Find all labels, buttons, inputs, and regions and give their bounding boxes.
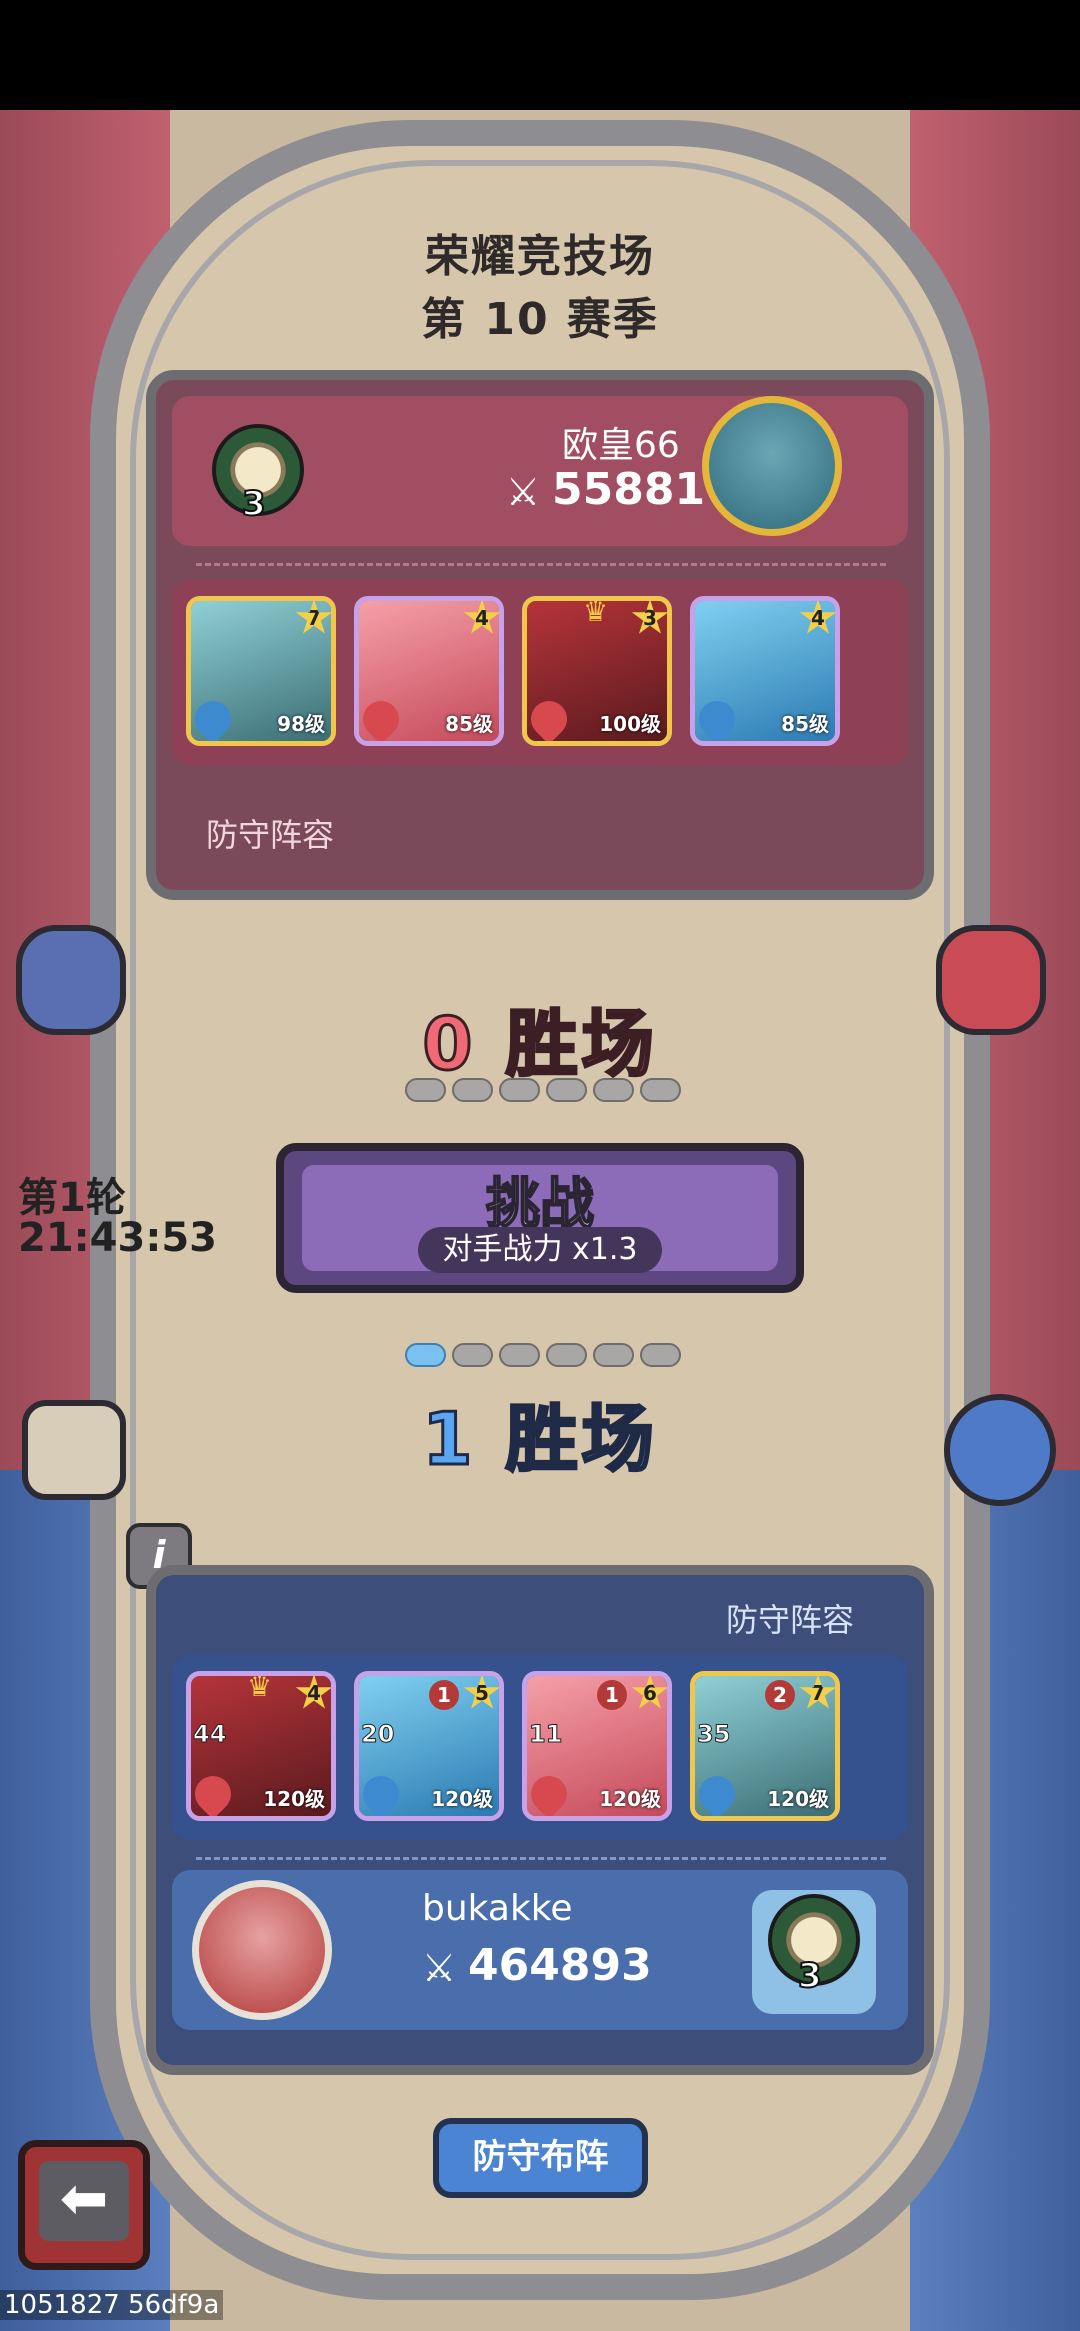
hero-level: 120级 [599, 1787, 661, 1811]
player-hero-3[interactable]: 1 6 11 120级 [522, 1671, 672, 1821]
power-icon: ⚔ [422, 1946, 457, 1990]
win-pip [452, 1078, 493, 1102]
opponent-avatar[interactable] [702, 396, 842, 536]
opponent-name: 欧皇66 [562, 425, 680, 466]
hero-rank-marker: 1 [429, 1680, 459, 1710]
win-pip [452, 1343, 493, 1367]
arena-title: 荣耀竞技场 [425, 231, 655, 282]
hero-level: 85级 [781, 712, 829, 736]
opponent-power: 55881 [552, 464, 706, 515]
build-watermark: 1051827 56df9a [0, 2290, 224, 2320]
hero-level: 85级 [445, 712, 493, 736]
hero-level: 98级 [277, 712, 325, 736]
opponent-win-pips [405, 1078, 681, 1102]
player-footer: bukakke ⚔ 464893 3 [172, 1870, 908, 2030]
player-lineup-label: 防守阵容 [726, 1601, 855, 1639]
player-win-pips [405, 1343, 681, 1367]
player-wins: 1 胜场 [421, 1396, 658, 1483]
crown-icon: ♛ [583, 596, 609, 628]
player-panel: 防守阵容 ♛ 4 44 120级 1 5 20 120级 1 6 11 120级 [146, 1565, 934, 2075]
player-power: 464893 [468, 1940, 652, 1991]
hero-rank-marker: 2 [765, 1680, 795, 1710]
player-rank-coin: 3 [797, 1955, 823, 1997]
player-hero-4[interactable]: 2 7 35 120级 [690, 1671, 840, 1821]
back-button[interactable]: ⬅ [18, 2140, 150, 2270]
back-arrow-icon: ⬅ [39, 2161, 129, 2241]
hero-badge: 20 [360, 1720, 395, 1749]
defense-setup-button[interactable]: 防守布阵 [433, 2118, 648, 2198]
win-pip [499, 1078, 540, 1102]
opponent-lineup-label: 防守阵容 [206, 816, 335, 854]
player-avatar[interactable] [192, 1880, 332, 2020]
win-pip [640, 1078, 681, 1102]
player-hero-1[interactable]: ♛ 4 44 120级 [186, 1671, 336, 1821]
divider [196, 1857, 886, 1860]
hero-level: 120级 [431, 1787, 493, 1811]
win-pip [499, 1343, 540, 1367]
challenge-button[interactable]: 挑战 对手战力 x1.3 [276, 1143, 804, 1293]
hero-rank-marker: 1 [597, 1680, 627, 1710]
hero-badge: 11 [528, 1720, 563, 1749]
divider [196, 563, 886, 566]
hero-badge: 35 [696, 1720, 731, 1749]
power-icon: ⚔ [506, 470, 541, 514]
opponent-hero-2[interactable]: 4 85级 [354, 596, 504, 746]
player-hero-2[interactable]: 1 5 20 120级 [354, 1671, 504, 1821]
opponent-wins: 0 胜场 [421, 1001, 658, 1088]
hero-level: 120级 [263, 1787, 325, 1811]
season-label: 第 10 赛季 [421, 294, 659, 345]
player-name: bukakke [422, 1888, 573, 1929]
win-pip [593, 1343, 634, 1367]
opponent-hero-3[interactable]: ♛ 3 100级 [522, 596, 672, 746]
opponent-rank-coin: 3 [241, 483, 267, 525]
win-pip-filled [405, 1343, 446, 1367]
opponent-hero-4[interactable]: 4 85级 [690, 596, 840, 746]
win-pip [405, 1078, 446, 1102]
opponent-header: 3 欧皇66 ⚔ 55881 [172, 396, 908, 546]
crown-icon: ♛ [247, 1671, 273, 1703]
hero-level: 120级 [767, 1787, 829, 1811]
win-pip [546, 1078, 587, 1102]
opponent-panel: 3 欧皇66 ⚔ 55881 7 98级 4 85级 ♛ 3 100级 4 85… [146, 370, 934, 900]
win-pip [546, 1343, 587, 1367]
hero-level: 100级 [599, 712, 661, 736]
player-hero-list: ♛ 4 44 120级 1 5 20 120级 1 6 11 120级 2 7 … [172, 1655, 908, 1840]
win-pip [640, 1343, 681, 1367]
opponent-hero-list: 7 98级 4 85级 ♛ 3 100级 4 85级 [172, 580, 908, 765]
opponent-hero-1[interactable]: 7 98级 [186, 596, 336, 746]
round-timer: 21:43:53 [18, 1215, 217, 1261]
hero-badge: 44 [192, 1720, 227, 1749]
win-pip [593, 1078, 634, 1102]
challenge-multiplier: 对手战力 x1.3 [418, 1227, 662, 1273]
